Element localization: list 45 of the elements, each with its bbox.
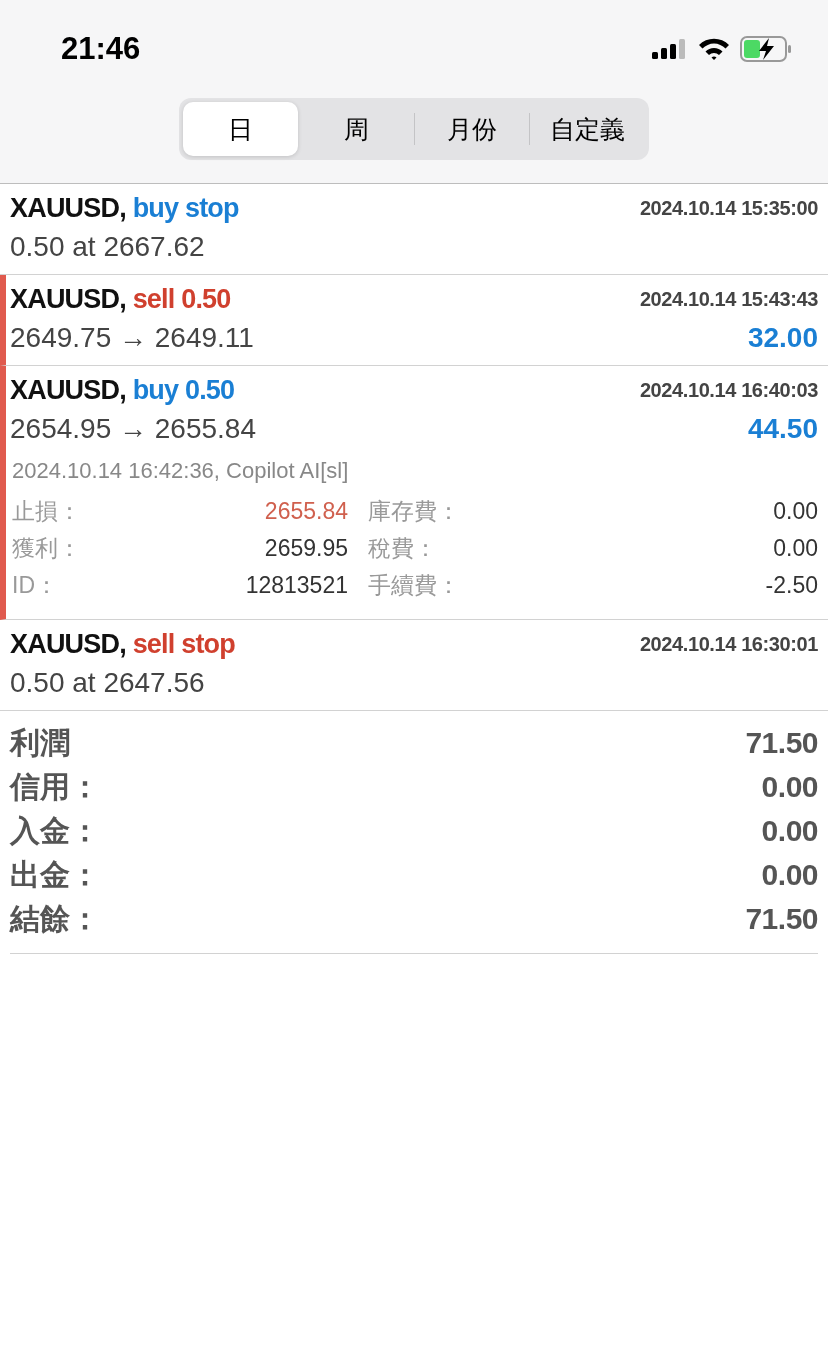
trade-title: XAUUSD, buy stop: [10, 192, 239, 224]
trade-profit: 44.50: [747, 413, 818, 445]
trade-title: XAUUSD, sell stop: [10, 628, 235, 660]
summary-value: 0.00: [761, 770, 818, 804]
field-value: 0.00: [772, 535, 818, 562]
field-label: 庫存費：: [368, 497, 461, 526]
signal-icon: [652, 39, 688, 59]
summary-value: 0.00: [761, 814, 818, 848]
trade-title: XAUUSD, buy 0.50: [10, 374, 235, 406]
status-time: 21:46: [61, 31, 141, 67]
summary-value: 71.50: [745, 726, 818, 760]
field-label: 手續費：: [368, 571, 461, 600]
summary-label: 利潤: [10, 724, 70, 761]
trade-price: 0.50 at 2667.62: [10, 231, 205, 263]
summary-label: 出金：: [10, 856, 100, 893]
trade-price: 2654.95 → 2655.84: [10, 413, 256, 445]
field-label: ID：: [12, 571, 59, 600]
period-tab[interactable]: 自定義: [530, 102, 645, 156]
field-value: 0.00: [772, 498, 818, 525]
battery-charging-icon: [740, 36, 792, 62]
field-value: 2659.95: [263, 535, 349, 562]
period-tab[interactable]: 周: [298, 102, 414, 156]
summary-value: 71.50: [745, 902, 818, 936]
period-tab[interactable]: 月份: [414, 102, 530, 156]
trade-time: 2024.10.14 16:30:01: [639, 632, 818, 656]
summary-value: 0.00: [761, 858, 818, 892]
field-value: 2655.84: [263, 498, 349, 525]
summary-label: 結餘：: [10, 900, 100, 937]
trade-time: 2024.10.14 15:43:43: [639, 287, 818, 311]
summary-label: 入金：: [10, 812, 100, 849]
field-label: 稅費：: [368, 534, 438, 563]
close-info: 2024.10.14 16:42:36, Copilot AI[sl]: [12, 458, 350, 484]
field-value: 12813521: [244, 572, 349, 599]
trade-time: 2024.10.14 16:40:03: [639, 378, 818, 402]
wifi-icon: [698, 38, 730, 60]
summary-label: 信用：: [10, 768, 100, 805]
trade-time: 2024.10.14 15:35:00: [639, 196, 818, 220]
trade-price: 2649.75 → 2649.11: [10, 322, 254, 354]
field-label: 止損：: [12, 497, 82, 526]
trade-price: 0.50 at 2647.56: [10, 667, 205, 699]
field-value: -2.50: [764, 572, 818, 599]
period-tab[interactable]: 日: [183, 102, 298, 156]
trade-profit: 32.00: [747, 322, 818, 354]
trade-title: XAUUSD, sell 0.50: [10, 283, 231, 315]
field-label: 獲利：: [12, 534, 82, 563]
